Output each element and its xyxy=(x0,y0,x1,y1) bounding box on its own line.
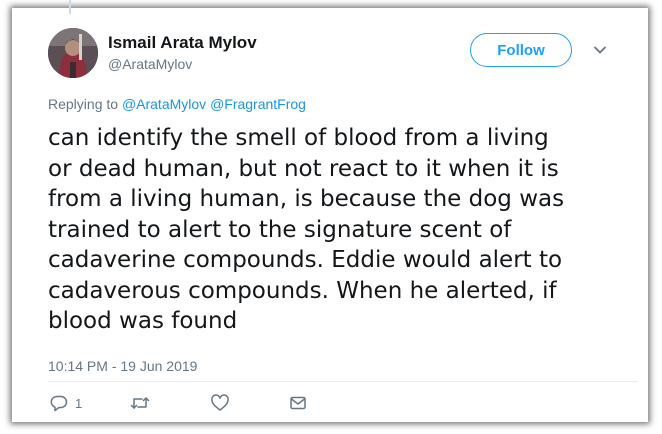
heart-icon xyxy=(211,394,229,411)
tweet-text-line: or dead human, but not react to it when … xyxy=(48,155,559,182)
replying-to-line: Replying to @ArataMylov @FragrantFrog xyxy=(48,96,306,112)
tweet-timestamp[interactable]: 10:14 PM - 19 Jun 2019 xyxy=(48,358,197,374)
display-name[interactable]: Ismail Arata Mylov xyxy=(108,33,257,53)
avatar-image xyxy=(48,28,98,78)
tweet-text-line: trained to alert to the signature scent … xyxy=(48,216,512,243)
reply-count: 1 xyxy=(75,395,83,411)
avatar[interactable] xyxy=(48,28,98,78)
tweet-text-line: from a living human, is because the dog … xyxy=(48,186,565,212)
tweet-text: can identify the smell of blood from a l… xyxy=(48,123,638,337)
chevron-down-icon[interactable] xyxy=(592,42,608,58)
reply-mention-link[interactable]: @ArataMylov xyxy=(122,96,206,112)
divider xyxy=(48,381,638,382)
tweet-text-line: cadaverine compounds. Eddie would alert … xyxy=(48,247,563,273)
reply-action[interactable]: 1 xyxy=(50,394,82,412)
tweet-text-line: cadaverous compounds. When he alerted, i… xyxy=(48,277,557,304)
like-action[interactable] xyxy=(211,394,229,412)
follow-button[interactable]: Follow xyxy=(470,33,572,67)
thread-connector-line xyxy=(69,0,71,14)
reply-mention-link[interactable]: @FragrantFrog xyxy=(210,96,306,112)
replying-prefix: Replying to xyxy=(48,96,119,112)
retweet-icon xyxy=(130,397,150,409)
envelope-icon xyxy=(290,396,306,410)
tweet-text-line: can identify the smell of blood from a l… xyxy=(48,125,549,151)
reply-icon xyxy=(50,395,68,412)
tweet-card: Ismail Arata Mylov @ArataMylov Follow Re… xyxy=(12,0,648,422)
direct-message-action[interactable] xyxy=(289,394,307,412)
user-handle[interactable]: @ArataMylov xyxy=(108,56,192,72)
tweet-text-line: blood was found xyxy=(48,308,238,334)
retweet-action[interactable] xyxy=(130,394,150,412)
